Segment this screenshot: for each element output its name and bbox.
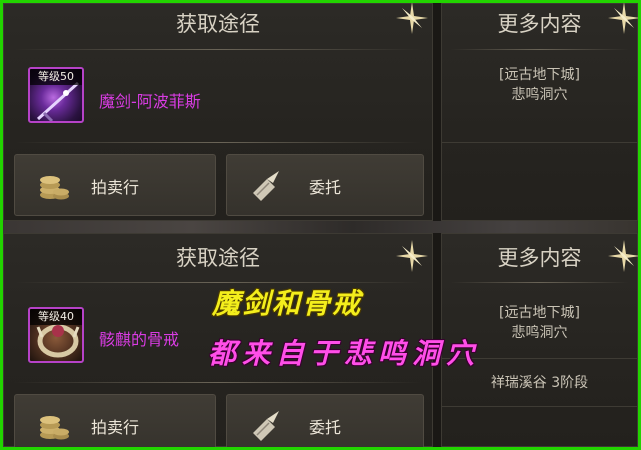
commission-label: 委托 bbox=[308, 418, 341, 437]
commission-label: 委托 bbox=[308, 178, 341, 197]
divider bbox=[442, 142, 637, 143]
acquire-panel-top: 获取途径 等级50 魔剑-阿波菲斯 拍卖行 委托 bbox=[3, 0, 433, 221]
commission-button[interactable]: 委托 bbox=[226, 154, 424, 216]
title-divider bbox=[450, 282, 629, 283]
source-dungeon-type: [远古地下城] bbox=[499, 305, 580, 321]
auction-label: 拍卖行 bbox=[90, 178, 139, 197]
close-star-icon[interactable] bbox=[606, 238, 641, 274]
source-dungeon-type: [远古地下城] bbox=[499, 67, 580, 83]
close-star-icon[interactable] bbox=[394, 0, 430, 36]
caption-line-2: 都来自于悲鸣洞穴 bbox=[208, 337, 481, 370]
title-divider bbox=[14, 382, 422, 383]
source-dungeon-name[interactable]: 悲鸣洞穴 bbox=[442, 84, 637, 104]
commission-button[interactable]: 委托 bbox=[226, 394, 424, 450]
item-level: 等级50 bbox=[30, 69, 82, 85]
source-stage[interactable]: 祥瑞溪谷 3阶段 bbox=[442, 372, 637, 392]
more-panel-top: 更多内容 [远古地下城] 悲鸣洞穴 bbox=[441, 0, 641, 221]
item-name: 骸麒的骨戒 bbox=[99, 330, 180, 349]
close-star-icon[interactable] bbox=[394, 238, 430, 274]
title-divider bbox=[14, 49, 422, 50]
item-icon[interactable]: 等级40 bbox=[28, 307, 84, 363]
item-level: 等级40 bbox=[30, 309, 82, 325]
item-icon[interactable]: 等级50 bbox=[28, 67, 84, 123]
rock-seam bbox=[0, 221, 641, 233]
title-divider bbox=[14, 142, 422, 143]
title-divider bbox=[450, 49, 629, 50]
auction-button[interactable]: 拍卖行 bbox=[14, 394, 216, 450]
divider bbox=[442, 406, 637, 407]
panel-title: 获取途径 bbox=[176, 246, 260, 270]
auction-button[interactable]: 拍卖行 bbox=[14, 154, 216, 216]
auction-label: 拍卖行 bbox=[90, 418, 139, 437]
caption-line-1: 魔剑和骨戒 bbox=[212, 287, 363, 320]
item-name: 魔剑-阿波菲斯 bbox=[99, 92, 201, 111]
close-star-icon[interactable] bbox=[606, 0, 641, 36]
panel-title: 获取途径 bbox=[176, 12, 260, 36]
